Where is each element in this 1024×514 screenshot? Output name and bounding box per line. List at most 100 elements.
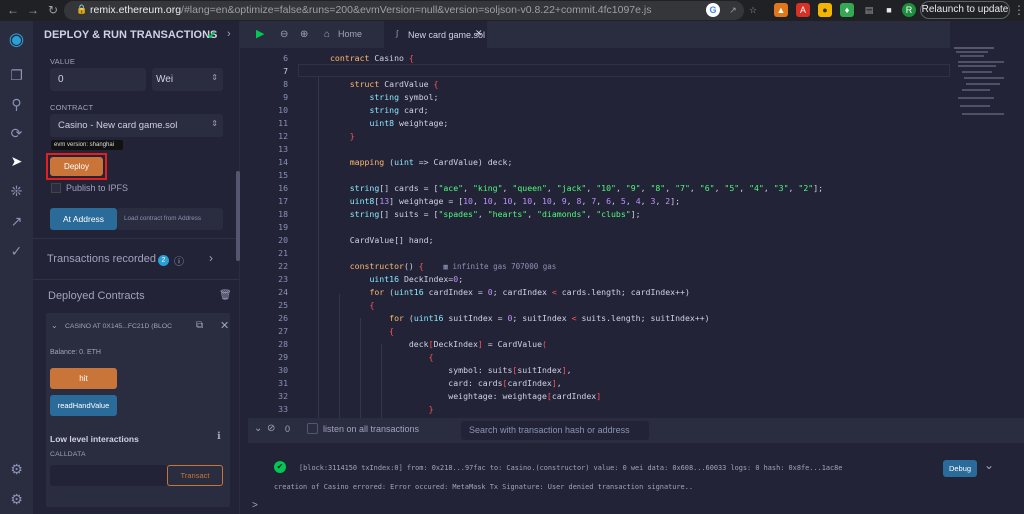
chevron-down-icon[interactable]: ⌄ [984, 458, 994, 472]
code-line: string symbol; [369, 92, 439, 102]
extensions-puzzle-icon[interactable]: ▤ [862, 3, 876, 17]
extension-icon[interactable]: ♦ [840, 3, 854, 17]
transactions-recorded-label[interactable]: Transactions recorded [47, 253, 156, 265]
line-number: 19 [278, 222, 288, 232]
calldata-input[interactable] [50, 465, 167, 486]
read-hand-value-button[interactable]: readHandValue [50, 395, 117, 416]
file-explorer-icon[interactable]: ❐ [0, 67, 33, 84]
side-panel-icon[interactable]: ■ [882, 3, 896, 17]
tx-search-input[interactable]: Search with transaction hash or address [461, 421, 649, 440]
deployed-contracts-label: Deployed Contracts [48, 290, 145, 302]
hit-button[interactable]: hit [50, 368, 117, 389]
search-icon[interactable]: ⚲ [0, 96, 33, 113]
contract-select[interactable]: Casino - New card game.sol ⇕ [50, 114, 223, 137]
code-line: string[] suits = ["spades", "hearts", "d… [349, 209, 641, 219]
listen-checkbox[interactable] [307, 423, 318, 434]
info-icon[interactable]: ⓘ [174, 253, 184, 268]
deploy-run-icon[interactable]: ➤ [0, 153, 33, 170]
code-line: string card; [369, 105, 429, 115]
code-line: uint16 DeckIndex=0; [369, 274, 464, 284]
home-icon: ⌂ [324, 29, 331, 40]
address-bar[interactable]: 🔒 remix.ethereum.org/#lang=en&optimize=f… [64, 1, 744, 20]
transact-button[interactable]: Transact [167, 465, 223, 486]
minimap-line [966, 83, 1000, 85]
code-line: weightage: weightage[cardIndex] [330, 391, 602, 401]
code-line: deck[DeckIndex] = CardValue( [330, 339, 547, 349]
value-input[interactable]: 0 [50, 68, 146, 91]
line-number: 6 [283, 53, 288, 63]
profile-avatar[interactable]: R [902, 3, 916, 17]
share-icon[interactable]: ↗ [726, 3, 740, 17]
minimap-line [960, 105, 990, 107]
line-number: 16 [278, 183, 288, 193]
chevron-down-icon[interactable]: ⌄ [51, 321, 58, 330]
reload-icon[interactable]: ↻ [46, 3, 60, 17]
run-script-icon[interactable]: ▶ [256, 21, 264, 48]
forward-icon[interactable]: → [26, 3, 40, 17]
google-icon[interactable]: G [706, 3, 720, 17]
copy-icon[interactable]: ⧉ [196, 320, 203, 331]
code-line: for (uint16 suitIndex = 0; suitIndex < s… [389, 313, 710, 323]
zoom-in-icon[interactable]: ⊕ [300, 21, 308, 48]
tab-active-file[interactable]: ∫ New card game.sol ✕ [384, 21, 487, 48]
close-icon[interactable]: ✕ [220, 319, 229, 332]
solidity-compiler-icon[interactable]: ⟳ [0, 125, 33, 142]
relaunch-button[interactable]: Relaunch to update [920, 1, 1010, 19]
url-text: remix.ethereum.org/#lang=en&optimize=fal… [90, 4, 652, 16]
pdf-extension-icon[interactable]: A [796, 3, 810, 17]
calldata-label: CALLDATA [50, 451, 86, 458]
zoom-out-icon[interactable]: ⊖ [280, 21, 288, 48]
plugin-manager-icon[interactable]: ⚙ [0, 461, 33, 478]
contract-label: CONTRACT [50, 103, 94, 112]
listen-label: listen on all transactions [323, 424, 420, 434]
unit-select[interactable]: Wei ⇕ [152, 68, 223, 91]
metamask-icon[interactable]: ▲ [774, 3, 788, 17]
clear-console-icon[interactable]: ⊘ [267, 423, 275, 434]
minimap-line [958, 61, 1004, 63]
info-icon[interactable]: ℹ [217, 431, 221, 442]
success-check-icon: ✔ [274, 461, 286, 473]
load-contract-input[interactable]: Load contract from Address [117, 208, 223, 230]
code-line: { [369, 300, 375, 310]
settings-gear-icon[interactable]: ⚙ [0, 491, 33, 508]
tab-home[interactable]: Home [338, 21, 362, 48]
line-number: 26 [278, 313, 288, 323]
code-line: mapping (uint => CardValue) deck; [349, 157, 513, 167]
divider [33, 279, 239, 280]
back-icon[interactable]: ← [6, 3, 20, 17]
code-line: struct CardValue { [349, 79, 439, 89]
line-number: 32 [278, 391, 288, 401]
deploy-button[interactable]: Deploy [50, 157, 103, 176]
editor-tabs-bar: ▶ ⊖ ⊕ ⌂ Home ∫ New card game.sol ✕ [240, 21, 950, 48]
unit-value: Wei [156, 74, 174, 85]
at-address-button[interactable]: At Address [50, 208, 117, 230]
publish-ipfs-checkbox[interactable] [51, 183, 61, 193]
pending-tx-count: 0 [285, 424, 291, 434]
trash-icon[interactable]: 🗑 [219, 290, 232, 301]
debugger-icon[interactable]: ❊ [0, 183, 33, 200]
chevron-right-icon[interactable]: › [209, 251, 213, 265]
minimap-line [958, 65, 996, 67]
browser-toolbar: ← → ↻ 🔒 remix.ethereum.org/#lang=en&opti… [0, 0, 1024, 21]
bookmark-star-icon[interactable]: ☆ [746, 3, 760, 17]
terminal-prompt[interactable]: > [252, 500, 258, 511]
instance-name[interactable]: CASINO AT 0X145...FC21D (BLOC [65, 323, 172, 330]
chevron-right-icon[interactable]: › [227, 28, 231, 40]
editor-minimap[interactable] [950, 21, 1024, 418]
remix-logo-icon[interactable]: ◉ [0, 29, 33, 50]
testing-icon[interactable]: ✓ [0, 243, 33, 260]
code-line: contract Casino { [330, 53, 414, 63]
current-line-highlight [298, 64, 950, 77]
collapse-terminal-icon[interactable]: ⌄ [254, 423, 262, 434]
minimap-line [962, 113, 1004, 115]
code-editor[interactable]: 6 7 8 9 10 11 12 13 14 15 16 17 18 19 20 21 22 23 24 25 26 27… [248, 48, 950, 418]
debug-button[interactable]: Debug [943, 460, 977, 477]
panel-scrollbar[interactable] [236, 171, 240, 261]
close-tab-icon[interactable]: ✕ [475, 28, 483, 39]
analysis-icon[interactable]: ↗ [0, 213, 33, 230]
extension-icon[interactable]: ● [818, 3, 832, 17]
line-number: 20 [278, 235, 288, 245]
balance-text: Balance: 0. ETH [50, 349, 101, 356]
code-line: uint8[13] weightage = [10, 10, 10, 10, 1… [349, 196, 681, 206]
menu-kebab-icon[interactable]: ⋮ [1012, 3, 1024, 17]
